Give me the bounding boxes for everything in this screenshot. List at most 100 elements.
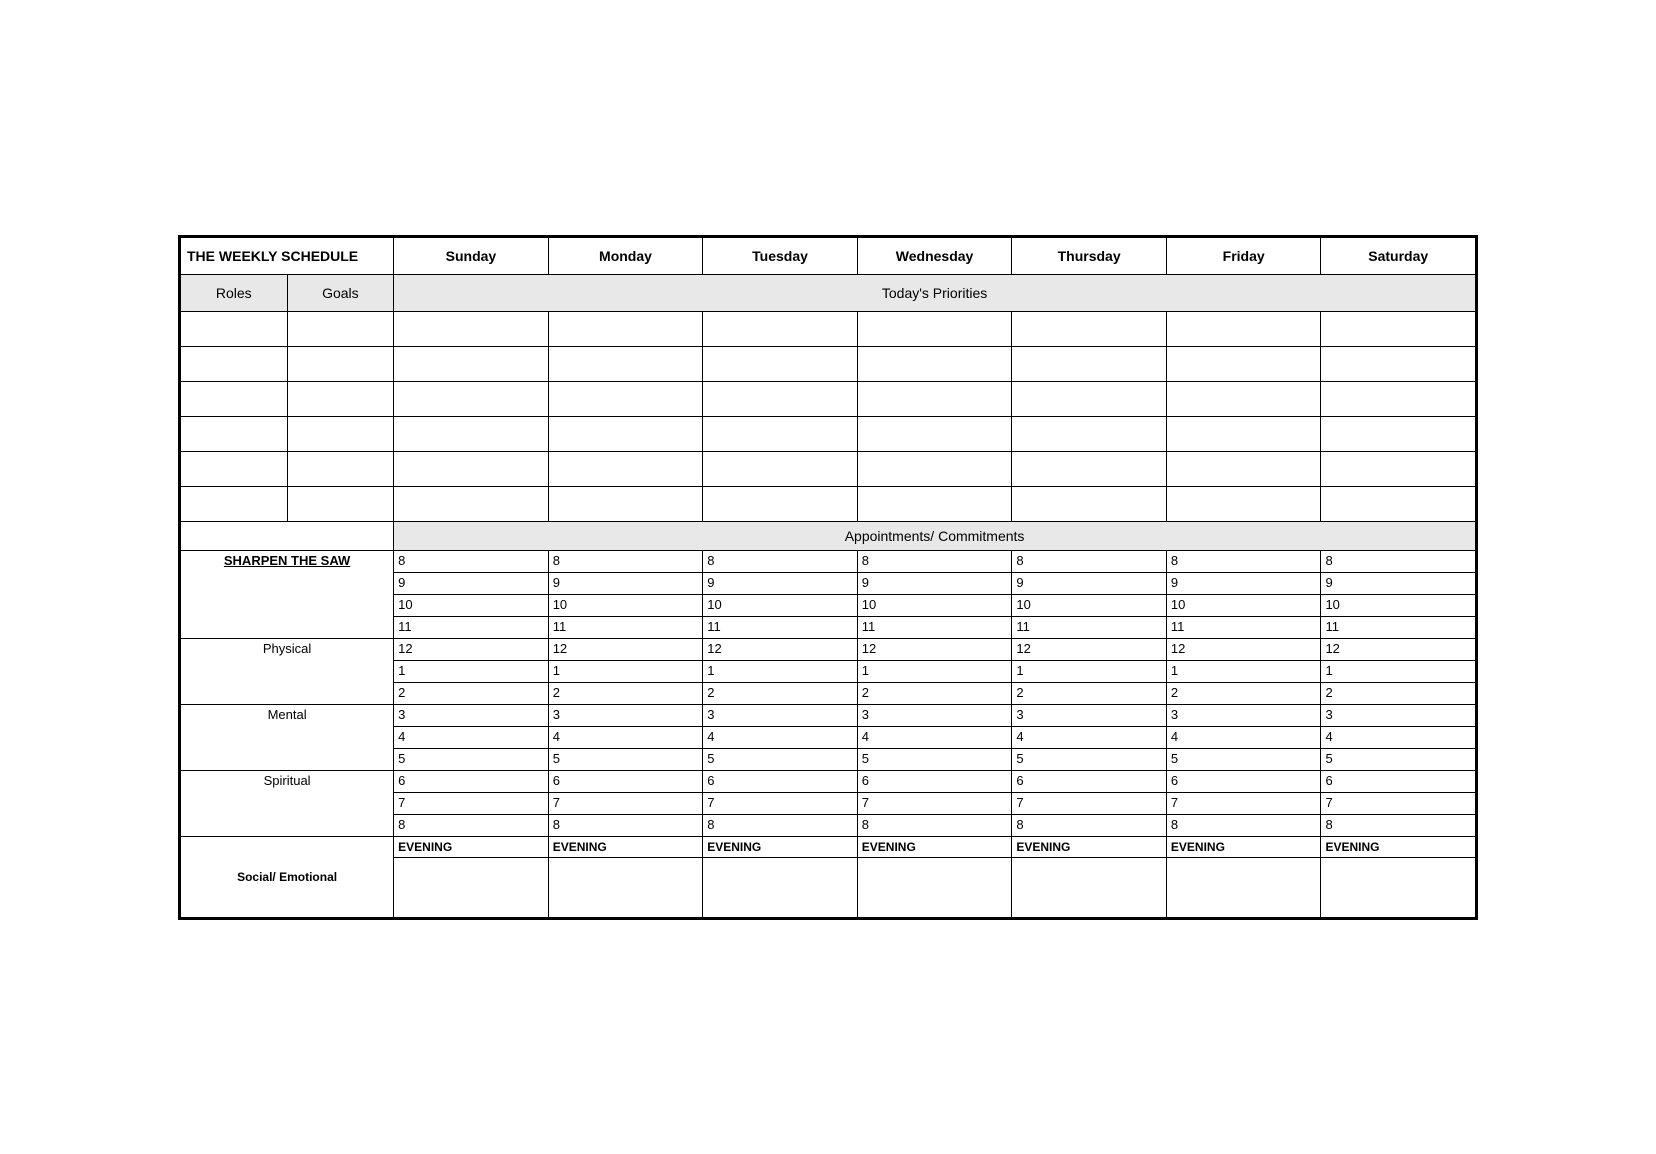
saturday-11[interactable]: 11 <box>1321 616 1476 638</box>
monday-evening-content[interactable] <box>548 857 703 917</box>
role-3[interactable] <box>181 381 288 416</box>
monday-8[interactable]: 8 <box>548 550 703 572</box>
thursday-priority-4[interactable] <box>1012 416 1167 451</box>
sunday-12[interactable]: 12 <box>394 638 549 660</box>
sunday-1[interactable]: 1 <box>394 660 549 682</box>
wednesday-priority-3[interactable] <box>857 381 1012 416</box>
monday-11[interactable]: 11 <box>548 616 703 638</box>
wednesday-12[interactable]: 12 <box>857 638 1012 660</box>
friday-4[interactable]: 4 <box>1166 726 1321 748</box>
friday-priority-6[interactable] <box>1166 486 1321 521</box>
monday-6[interactable]: 6 <box>548 770 703 792</box>
sunday-evening-content[interactable] <box>394 857 549 917</box>
monday-5[interactable]: 5 <box>548 748 703 770</box>
tuesday-7[interactable]: 7 <box>703 792 858 814</box>
wednesday-priority-5[interactable] <box>857 451 1012 486</box>
thursday-priority-3[interactable] <box>1012 381 1167 416</box>
friday-10[interactable]: 10 <box>1166 594 1321 616</box>
sunday-8b[interactable]: 8 <box>394 814 549 836</box>
thursday-8b[interactable]: 8 <box>1012 814 1167 836</box>
wednesday-evening-label[interactable]: EVENING <box>857 836 1012 857</box>
sunday-5[interactable]: 5 <box>394 748 549 770</box>
thursday-1[interactable]: 1 <box>1012 660 1167 682</box>
thursday-12[interactable]: 12 <box>1012 638 1167 660</box>
saturday-priority-6[interactable] <box>1321 486 1476 521</box>
friday-1[interactable]: 1 <box>1166 660 1321 682</box>
role-2[interactable] <box>181 346 288 381</box>
wednesday-priority-1[interactable] <box>857 311 1012 346</box>
thursday-priority-1[interactable] <box>1012 311 1167 346</box>
tuesday-1[interactable]: 1 <box>703 660 858 682</box>
wednesday-5[interactable]: 5 <box>857 748 1012 770</box>
thursday-6[interactable]: 6 <box>1012 770 1167 792</box>
wednesday-11[interactable]: 11 <box>857 616 1012 638</box>
wednesday-priority-2[interactable] <box>857 346 1012 381</box>
tuesday-priority-2[interactable] <box>703 346 858 381</box>
friday-evening-label[interactable]: EVENING <box>1166 836 1321 857</box>
friday-7[interactable]: 7 <box>1166 792 1321 814</box>
saturday-priority-2[interactable] <box>1321 346 1476 381</box>
monday-2[interactable]: 2 <box>548 682 703 704</box>
monday-priority-6[interactable] <box>548 486 703 521</box>
goal-4[interactable] <box>287 416 394 451</box>
wednesday-evening-content[interactable] <box>857 857 1012 917</box>
sunday-priority-2[interactable] <box>394 346 549 381</box>
tuesday-priority-6[interactable] <box>703 486 858 521</box>
thursday-8[interactable]: 8 <box>1012 550 1167 572</box>
sunday-3[interactable]: 3 <box>394 704 549 726</box>
sunday-10[interactable]: 10 <box>394 594 549 616</box>
monday-priority-5[interactable] <box>548 451 703 486</box>
saturday-7[interactable]: 7 <box>1321 792 1476 814</box>
saturday-5[interactable]: 5 <box>1321 748 1476 770</box>
friday-priority-2[interactable] <box>1166 346 1321 381</box>
monday-8b[interactable]: 8 <box>548 814 703 836</box>
wednesday-4[interactable]: 4 <box>857 726 1012 748</box>
thursday-evening-label[interactable]: EVENING <box>1012 836 1167 857</box>
tuesday-8b[interactable]: 8 <box>703 814 858 836</box>
tuesday-6[interactable]: 6 <box>703 770 858 792</box>
role-5[interactable] <box>181 451 288 486</box>
thursday-priority-6[interactable] <box>1012 486 1167 521</box>
saturday-evening-label[interactable]: EVENING <box>1321 836 1476 857</box>
goal-1[interactable] <box>287 311 394 346</box>
saturday-priority-4[interactable] <box>1321 416 1476 451</box>
thursday-5[interactable]: 5 <box>1012 748 1167 770</box>
friday-priority-4[interactable] <box>1166 416 1321 451</box>
monday-1[interactable]: 1 <box>548 660 703 682</box>
wednesday-9[interactable]: 9 <box>857 572 1012 594</box>
saturday-8[interactable]: 8 <box>1321 550 1476 572</box>
monday-evening-label[interactable]: EVENING <box>548 836 703 857</box>
sunday-11[interactable]: 11 <box>394 616 549 638</box>
friday-priority-5[interactable] <box>1166 451 1321 486</box>
tuesday-priority-5[interactable] <box>703 451 858 486</box>
monday-4[interactable]: 4 <box>548 726 703 748</box>
friday-evening-content[interactable] <box>1166 857 1321 917</box>
saturday-priority-5[interactable] <box>1321 451 1476 486</box>
role-6[interactable] <box>181 486 288 521</box>
wednesday-1[interactable]: 1 <box>857 660 1012 682</box>
friday-11[interactable]: 11 <box>1166 616 1321 638</box>
wednesday-2[interactable]: 2 <box>857 682 1012 704</box>
monday-priority-4[interactable] <box>548 416 703 451</box>
thursday-10[interactable]: 10 <box>1012 594 1167 616</box>
friday-8b[interactable]: 8 <box>1166 814 1321 836</box>
friday-5[interactable]: 5 <box>1166 748 1321 770</box>
sunday-9[interactable]: 9 <box>394 572 549 594</box>
thursday-11[interactable]: 11 <box>1012 616 1167 638</box>
tuesday-priority-3[interactable] <box>703 381 858 416</box>
tuesday-priority-4[interactable] <box>703 416 858 451</box>
tuesday-10[interactable]: 10 <box>703 594 858 616</box>
saturday-priority-3[interactable] <box>1321 381 1476 416</box>
sunday-7[interactable]: 7 <box>394 792 549 814</box>
friday-3[interactable]: 3 <box>1166 704 1321 726</box>
tuesday-4[interactable]: 4 <box>703 726 858 748</box>
saturday-2[interactable]: 2 <box>1321 682 1476 704</box>
friday-6[interactable]: 6 <box>1166 770 1321 792</box>
goal-2[interactable] <box>287 346 394 381</box>
wednesday-3[interactable]: 3 <box>857 704 1012 726</box>
wednesday-priority-6[interactable] <box>857 486 1012 521</box>
wednesday-10[interactable]: 10 <box>857 594 1012 616</box>
sunday-priority-3[interactable] <box>394 381 549 416</box>
sunday-priority-6[interactable] <box>394 486 549 521</box>
sunday-8[interactable]: 8 <box>394 550 549 572</box>
